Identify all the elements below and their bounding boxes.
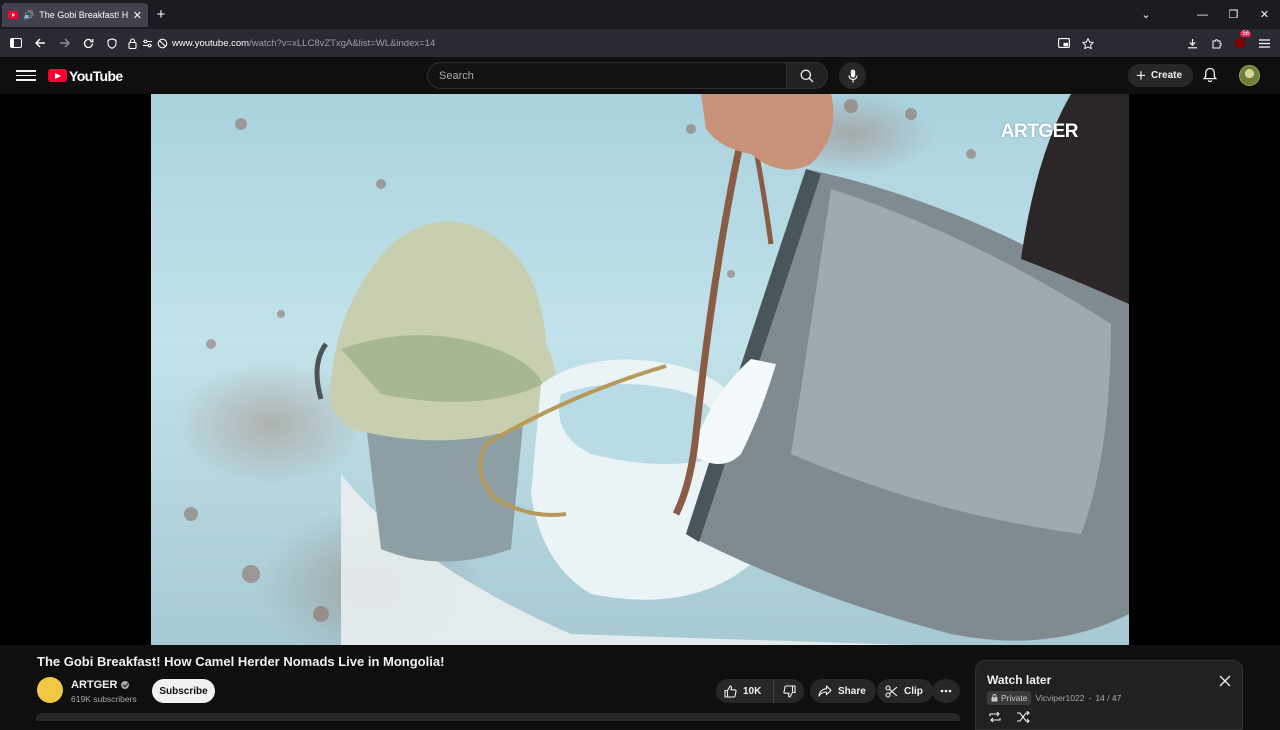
notifications-bell-icon[interactable] [1201,66,1219,84]
share-label: Share [838,685,866,697]
youtube-logo-text: YouTube [69,67,123,84]
permissions-icon[interactable] [140,32,154,54]
playlist-position: 14 / 47 [1095,693,1122,703]
like-dislike-group: 10K [716,679,804,703]
video-title: The Gobi Breakfast! How Camel Herder Nom… [37,654,445,669]
like-count: 10K [743,685,762,697]
account-avatar[interactable] [1239,65,1260,86]
guide-menu-icon[interactable] [16,70,36,81]
search-icon [800,69,814,82]
extension-badge-count: 56 [1240,31,1251,37]
app-menu-icon[interactable] [1252,32,1276,54]
playlist-title[interactable]: Watch later [987,673,1051,687]
address-bar[interactable]: www.youtube.com/watch?v=xLLC8vZTxgA&list… [170,32,1052,54]
youtube-logo[interactable]: YouTube [48,68,123,84]
downloads-icon[interactable] [1180,32,1204,54]
url-host: www.youtube.com [172,37,250,49]
close-window-icon[interactable]: ✕ [1249,8,1280,21]
back-icon[interactable] [28,32,52,54]
minimize-icon[interactable]: — [1187,9,1218,21]
lock-icon[interactable] [124,32,140,54]
browser-tab-bar: 🔊 The Gobi Breakfast! How C ✕ + ⌄ — ❐ ✕ [0,0,1280,29]
create-button[interactable]: + Create [1128,64,1194,87]
playlist-meta: Private Vicviper1022 - 14 / 47 [987,691,1121,705]
video-frame-image [184,94,1129,645]
new-tab-button[interactable]: + [148,0,174,29]
more-horizontal-icon [940,689,952,693]
subscribe-button[interactable]: Subscribe [152,679,215,703]
browser-tab-active[interactable]: 🔊 The Gobi Breakfast! How C ✕ [2,3,148,27]
playlist-controls [988,711,1030,723]
clip-button[interactable]: Clip [877,679,933,703]
channel-watermark[interactable]: ARTGER [1001,121,1079,143]
search-box [427,62,866,89]
scissors-icon [885,684,898,698]
tab-list-chevron-icon[interactable]: ⌄ [1121,8,1171,21]
verified-badge-icon [121,681,130,689]
autoplay-blocked-icon[interactable] [154,32,170,54]
picture-in-picture-icon[interactable] [1052,32,1076,54]
like-button[interactable]: 10K [716,679,774,703]
share-button[interactable]: Share [810,679,876,703]
search-button[interactable] [786,62,828,89]
plus-icon: + [1136,66,1146,85]
ublock-extension-icon[interactable]: 56 [1228,31,1252,54]
search-input[interactable] [427,62,786,89]
microphone-icon [847,69,858,82]
thumbs-up-icon [724,684,737,698]
loop-icon[interactable] [988,711,1002,723]
more-actions-button[interactable] [932,679,960,703]
privacy-badge: Private [987,691,1032,705]
channel-name: ARTGER [71,679,118,691]
share-arrow-icon [818,685,832,697]
video-player[interactable]: ARTGER [0,94,1280,645]
browser-nav-bar: www.youtube.com/watch?v=xLLC8vZTxgA&list… [0,29,1280,57]
youtube-masthead: YouTube + Create [0,57,1280,94]
playlist-owner[interactable]: Vicviper1022 [1035,693,1084,703]
channel-avatar[interactable] [37,677,63,703]
sidebar-toggle-icon[interactable] [4,32,28,54]
voice-search-button[interactable] [839,62,866,89]
tab-title: The Gobi Breakfast! How C [39,10,128,20]
forward-icon[interactable] [52,32,76,54]
tracking-shield-icon[interactable] [100,32,124,54]
close-tab-icon[interactable]: ✕ [133,9,142,22]
close-playlist-icon[interactable] [1218,674,1232,688]
bookmark-star-icon[interactable] [1076,32,1100,54]
url-path: /watch?v=xLLC8vZTxgA&list=WL&index=14 [249,37,436,49]
audio-playing-icon[interactable]: 🔊 [23,10,34,21]
subscriber-count: 619K subscribers [71,694,137,704]
youtube-favicon-icon [8,11,18,19]
lock-icon [991,694,998,702]
window-controls: ⌄ — ❐ ✕ [1121,0,1280,29]
create-label: Create [1150,70,1183,81]
video-frame[interactable]: ARTGER [151,94,1129,645]
youtube-play-logo-icon [48,69,67,82]
reload-icon[interactable] [76,32,100,54]
privacy-label: Private [1001,693,1028,703]
clip-label: Clip [904,685,923,697]
thumbs-down-icon [782,684,796,698]
extensions-icon[interactable] [1204,32,1228,54]
restore-icon[interactable]: ❐ [1218,8,1249,21]
dislike-button[interactable] [774,684,804,698]
channel-name-row[interactable]: ARTGER [71,679,130,691]
shuffle-icon[interactable] [1016,711,1030,723]
